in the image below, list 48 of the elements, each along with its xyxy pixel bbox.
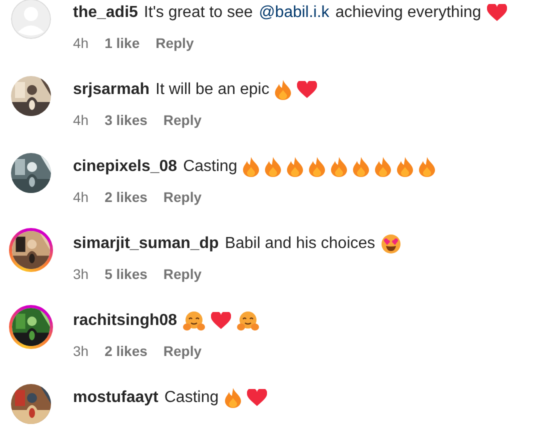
fire-icon	[275, 80, 292, 100]
fire-icon	[309, 157, 326, 177]
reply-button[interactable]: Reply	[156, 35, 194, 51]
comment-text: It's great to see	[144, 4, 253, 22]
likes-count[interactable]: 1 like	[104, 35, 140, 51]
username-link[interactable]: simarjit_suman_dp	[73, 235, 219, 253]
comment-time: 3h	[73, 343, 89, 359]
comment-time: 3h	[73, 266, 89, 282]
username-link[interactable]: the_adi5	[73, 4, 138, 22]
reply-button[interactable]: Reply	[163, 112, 202, 128]
story-ring[interactable]	[9, 305, 53, 349]
username-link[interactable]: srjsarmah	[73, 81, 150, 99]
story-ring[interactable]	[9, 228, 53, 272]
fire-icon	[224, 388, 241, 408]
username-link[interactable]: mostufaayt	[73, 389, 158, 407]
comment-time: 4h	[73, 112, 89, 128]
likes-count[interactable]: 2 likes	[104, 189, 148, 205]
username-link[interactable]: cinepixels_08	[73, 158, 178, 176]
fire-icon	[419, 157, 436, 177]
comment-time: 4h	[73, 189, 89, 205]
fire-icon	[243, 157, 260, 177]
likes-count[interactable]: 2 likes	[104, 343, 148, 359]
hugging-emoji-icon	[237, 311, 260, 331]
heart-icon	[211, 312, 232, 330]
fire-icon	[353, 157, 370, 177]
reply-button[interactable]: Reply	[163, 266, 202, 282]
fire-icon	[331, 157, 348, 177]
fire-icon	[265, 157, 282, 177]
reply-button[interactable]: Reply	[163, 343, 202, 359]
heart-icon	[246, 389, 267, 407]
reply-button[interactable]: Reply	[163, 189, 202, 205]
hugging-emoji-icon	[183, 311, 206, 331]
mention-link[interactable]: @babil.i.k	[258, 4, 330, 22]
fire-icon	[397, 157, 414, 177]
comment-text: achieving everything	[335, 4, 482, 22]
likes-count[interactable]: 3 likes	[104, 112, 148, 128]
comment-text: Casting	[183, 158, 238, 176]
comment-text: Casting	[164, 389, 219, 407]
heart-icon	[297, 81, 318, 99]
heart-icon	[487, 4, 508, 22]
username-link[interactable]: rachitsingh08	[73, 312, 178, 330]
comment-text: Babil and his choices	[224, 235, 376, 253]
comment-time: 4h	[73, 35, 89, 51]
heart-eyes-emoji-icon	[381, 234, 402, 254]
likes-count[interactable]: 5 likes	[104, 266, 148, 282]
fire-icon	[287, 157, 304, 177]
fire-icon	[375, 157, 392, 177]
comment-text: It will be an epic	[156, 81, 270, 99]
